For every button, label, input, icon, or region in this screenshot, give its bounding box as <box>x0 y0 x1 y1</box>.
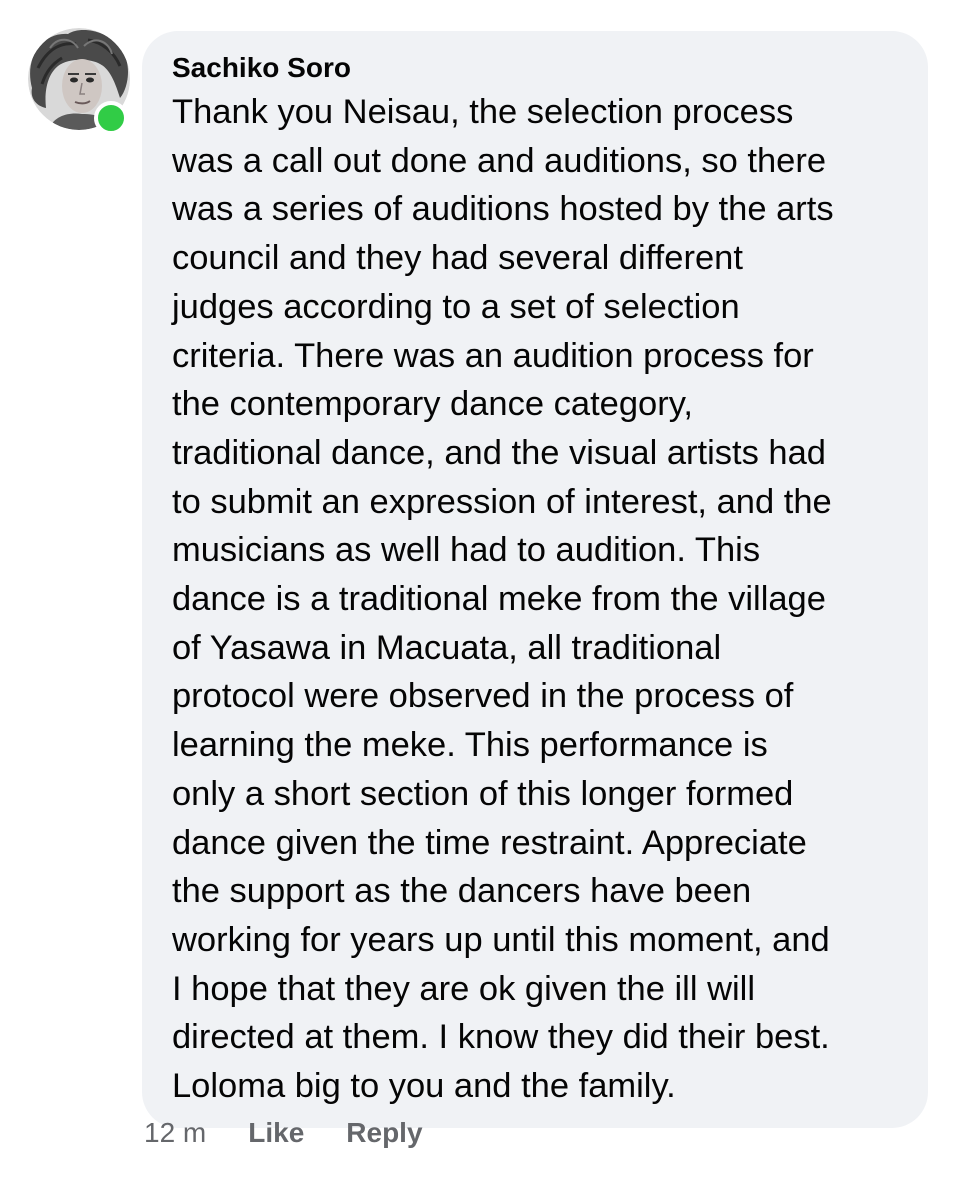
comment-body-line: dance is a traditional meke from the vil… <box>172 580 826 619</box>
comment-body: Thank you Neisau, the selection process … <box>172 88 908 1111</box>
comment-body-line: to submit an expression of interest, and… <box>172 482 832 521</box>
comment-body-line: judges according to a set of selection <box>172 287 740 326</box>
comment-bubble: Sachiko Soro Thank you Neisau, the selec… <box>142 31 928 1128</box>
comment: Sachiko Soro Thank you Neisau, the selec… <box>28 28 928 1200</box>
comment-body-line: the support as the dancers have been <box>172 872 752 911</box>
comment-body-line: was a series of auditions hosted by the … <box>172 190 834 229</box>
comment-body-line: dance given the time restraint. Apprecia… <box>172 823 807 862</box>
comment-body-line: Thank you Neisau, the selection process <box>172 93 794 131</box>
reply-button[interactable]: Reply <box>346 1116 422 1150</box>
comment-body-line: criteria. There was an audition process … <box>172 336 814 375</box>
comment-actions: 12 m Like Reply <box>144 1116 465 1150</box>
comment-body-line: learning the meke. This performance is <box>172 726 768 765</box>
comment-body-line: only a short section of this longer form… <box>172 774 794 813</box>
comment-body-line: I hope that they are ok given the ill wi… <box>172 969 755 1008</box>
comment-body-line: musicians as well had to audition. This <box>172 531 761 570</box>
comment-body-line: working for years up until this moment, … <box>172 920 830 959</box>
like-button[interactable]: Like <box>248 1116 304 1150</box>
comment-timestamp[interactable]: 12 m <box>144 1116 206 1150</box>
comment-body-line: traditional dance, and the visual artist… <box>172 433 826 472</box>
comment-body-line: the contemporary dance category, <box>172 385 693 424</box>
comment-body-line: was a call out done and auditions, so th… <box>172 141 827 180</box>
comment-body-line: of Yasawa in Macuata, all traditional <box>172 628 722 667</box>
online-status-dot <box>94 101 128 135</box>
comment-body-line: directed at them. I know they did their … <box>172 1018 830 1057</box>
comment-author-name[interactable]: Sachiko Soro <box>172 51 908 85</box>
comment-body-line: council and they had several different <box>172 239 743 278</box>
comment-body-line: protocol were observed in the process of <box>172 677 794 716</box>
author-avatar-wrapper[interactable] <box>28 28 130 135</box>
comment-body-line: Loloma big to you and the family. <box>172 1067 676 1106</box>
